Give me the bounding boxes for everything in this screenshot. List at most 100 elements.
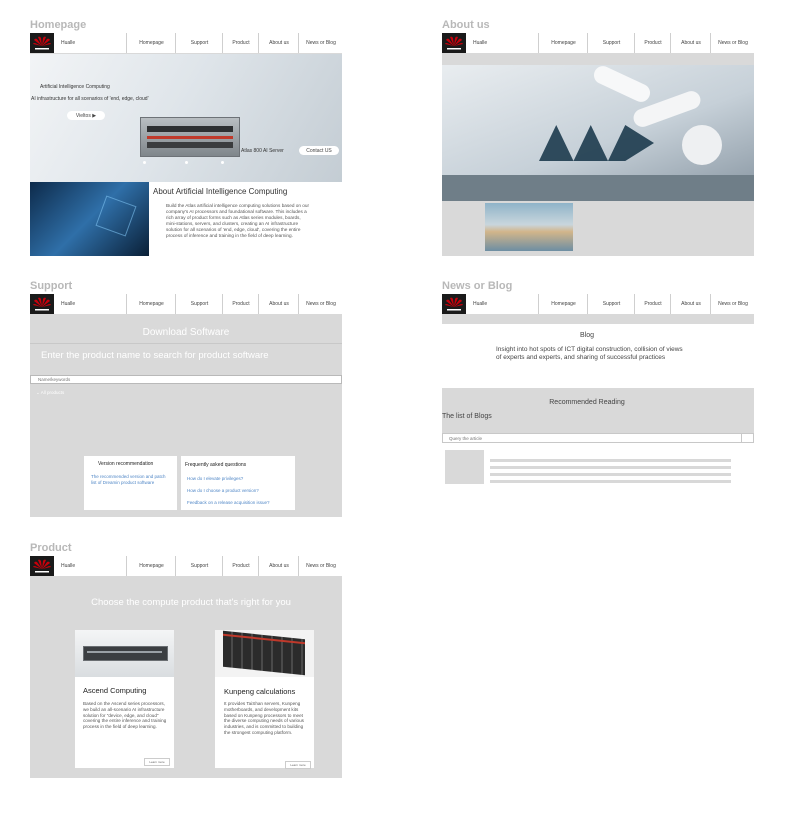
nav-product[interactable]: Product bbox=[222, 556, 259, 576]
about-text: Build the Atlas artificial intelligence … bbox=[166, 203, 310, 238]
nav-about-us[interactable]: About us bbox=[258, 294, 299, 314]
huawei-logo-icon[interactable] bbox=[30, 556, 54, 576]
nav-homepage[interactable]: Homepage bbox=[126, 556, 176, 576]
version-title: Version recommendation bbox=[98, 461, 154, 467]
hero-banner: Artificial Intelligence Computing AI inf… bbox=[30, 54, 342, 193]
ascend-server-image bbox=[75, 630, 174, 677]
nav-support[interactable]: Support bbox=[175, 33, 223, 53]
faq-item[interactable]: How do I elevate privileges? bbox=[187, 476, 243, 481]
about-image bbox=[30, 182, 149, 256]
support-heading: Download Software bbox=[142, 327, 230, 338]
news-frame: Hualle Homepage Support Product About us… bbox=[442, 294, 754, 517]
nav-support[interactable]: Support bbox=[587, 294, 635, 314]
nav-about-us[interactable]: About us bbox=[258, 33, 299, 53]
carousel-dot[interactable] bbox=[143, 161, 146, 164]
board-title-homepage: Homepage bbox=[30, 19, 87, 31]
huawei-logo-icon[interactable] bbox=[442, 33, 466, 53]
top-nav: Hualle Homepage Support Product About us… bbox=[30, 294, 342, 314]
support-subheading: Enter the product name to search for pro… bbox=[41, 350, 269, 361]
product-frame: Hualle Homepage Support Product About us… bbox=[30, 556, 342, 778]
blog-heading: Blog bbox=[579, 332, 594, 339]
product-search-input[interactable] bbox=[30, 375, 342, 384]
blog-line-placeholder bbox=[490, 473, 731, 476]
huawei-logo-icon[interactable] bbox=[442, 294, 466, 314]
server-image bbox=[140, 117, 240, 157]
faq-item[interactable]: Feedback on a release acquisition issue? bbox=[187, 500, 270, 505]
nav-homepage[interactable]: Homepage bbox=[538, 33, 588, 53]
brand-name: Hualle bbox=[61, 40, 76, 46]
faq-item[interactable]: How do I choose a product version? bbox=[187, 488, 259, 493]
product-filter[interactable]: ⌄ All products bbox=[36, 390, 64, 396]
product-card-title: Kunpeng calculations bbox=[224, 687, 296, 696]
brand-name: Hualle bbox=[473, 40, 488, 46]
nav-news-or-blog[interactable]: News or Blog bbox=[710, 294, 754, 314]
nav-product[interactable]: Product bbox=[634, 294, 671, 314]
contact-us-button[interactable]: Contact US bbox=[299, 146, 339, 155]
nav-homepage[interactable]: Homepage bbox=[126, 33, 176, 53]
learn-more-button[interactable]: Learn more bbox=[144, 758, 170, 766]
nav-product[interactable]: Product bbox=[634, 33, 671, 53]
version-link[interactable]: The recommended version and patch list o… bbox=[91, 474, 171, 485]
blog-line-placeholder bbox=[490, 466, 731, 469]
blog-intro: Insight into hot spots of ICT digital co… bbox=[496, 346, 683, 361]
about-heading: About Artificial Intelligence Computing bbox=[153, 187, 288, 196]
top-nav: Hualle Homepage Support Product About us… bbox=[30, 33, 342, 53]
product-filter-label: All products bbox=[40, 390, 65, 395]
kunpeng-server-image bbox=[215, 630, 314, 677]
homepage-frame: Hualle Homepage Support Product About us… bbox=[30, 33, 342, 256]
carousel-dot[interactable] bbox=[185, 161, 188, 164]
board-title-support: Support bbox=[30, 280, 73, 292]
nav-support[interactable]: Support bbox=[175, 294, 223, 314]
product-card-ascend[interactable]: Ascend Computing Based on the Ascend ser… bbox=[75, 630, 174, 768]
board-title-about-us: About us bbox=[442, 19, 490, 31]
nav-about-us[interactable]: About us bbox=[670, 33, 711, 53]
divider bbox=[30, 343, 342, 344]
landscape-thumbnail bbox=[485, 203, 573, 251]
top-nav: Hualle Homepage Support Product About us… bbox=[442, 33, 754, 53]
product-heading: Choose the compute product that's right … bbox=[91, 597, 291, 608]
hero-subtitle: AI infrastructure for all scenarios of '… bbox=[31, 96, 149, 102]
learn-more-button[interactable]: Learn more bbox=[285, 761, 311, 769]
board-title-product: Product bbox=[30, 542, 72, 554]
nav-support[interactable]: Support bbox=[175, 556, 223, 576]
carousel-dot[interactable] bbox=[221, 161, 224, 164]
faq-card: Frequently asked questions How do I elev… bbox=[181, 456, 295, 510]
brand-name: Hualle bbox=[61, 563, 76, 569]
product-card-text: It provides TaiShan servers, Kunpeng mot… bbox=[224, 701, 304, 735]
blog-line-placeholder bbox=[490, 459, 731, 462]
blog-list-title: The list of Blogs bbox=[442, 413, 492, 420]
about-section: About Artificial Intelligence Computing … bbox=[30, 182, 342, 256]
recommended-heading: Recommended Reading bbox=[549, 399, 625, 406]
article-search-input[interactable] bbox=[442, 433, 754, 443]
nav-news-or-blog[interactable]: News or Blog bbox=[298, 33, 342, 53]
top-nav: Hualle Homepage Support Product About us… bbox=[442, 294, 754, 314]
blog-thumbnail[interactable] bbox=[445, 450, 484, 484]
nav-about-us[interactable]: About us bbox=[258, 556, 299, 576]
nav-news-or-blog[interactable]: News or Blog bbox=[298, 556, 342, 576]
brand-name: Hualle bbox=[473, 301, 488, 307]
blog-intro-section: Blog Insight into hot spots of ICT digit… bbox=[442, 324, 754, 388]
hero-more-button[interactable]: Vieltos ▶ bbox=[67, 111, 105, 120]
nav-support[interactable]: Support bbox=[587, 33, 635, 53]
about-frame: Hualle Homepage Support Product About us… bbox=[442, 33, 754, 256]
brand-name: Hualle bbox=[61, 301, 76, 307]
product-card-kunpeng[interactable]: Kunpeng calculations It provides TaiShan… bbox=[215, 630, 314, 769]
nav-homepage[interactable]: Homepage bbox=[126, 294, 176, 314]
nav-product[interactable]: Product bbox=[222, 294, 259, 314]
search-icon[interactable] bbox=[741, 433, 754, 443]
board-title-news-or-blog: News or Blog bbox=[442, 280, 513, 292]
blog-list bbox=[442, 433, 754, 517]
blog-line-placeholder bbox=[490, 480, 731, 483]
nav-news-or-blog[interactable]: News or Blog bbox=[710, 33, 754, 53]
huawei-logo-icon[interactable] bbox=[30, 33, 54, 53]
robot-arm-image bbox=[442, 63, 754, 201]
support-frame: Hualle Homepage Support Product About us… bbox=[30, 294, 342, 517]
nav-homepage[interactable]: Homepage bbox=[538, 294, 588, 314]
nav-product[interactable]: Product bbox=[222, 33, 259, 53]
nav-about-us[interactable]: About us bbox=[670, 294, 711, 314]
version-card: Version recommendation The recommended v… bbox=[84, 456, 177, 510]
server-caption: Atlas 800 AI Server bbox=[241, 148, 284, 154]
huawei-logo-icon[interactable] bbox=[30, 294, 54, 314]
nav-news-or-blog[interactable]: News or Blog bbox=[298, 294, 342, 314]
hero-title: Artificial Intelligence Computing bbox=[40, 84, 110, 90]
